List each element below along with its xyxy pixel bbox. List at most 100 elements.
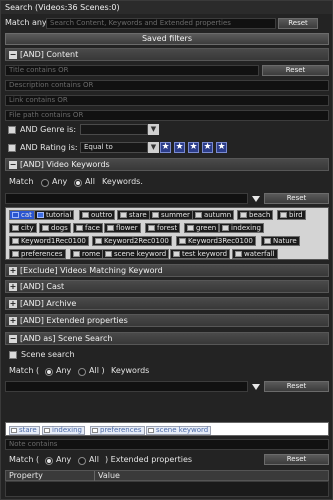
exclude-keywords-section-header[interactable]: + [Exclude] Videos Matching Keyword bbox=[5, 264, 329, 277]
search-window: Search (Videos:36 Scenes:0) Match any: S… bbox=[0, 0, 333, 500]
ext-properties-reset-button[interactable]: Reset bbox=[264, 454, 329, 465]
rating-checkbox[interactable] bbox=[8, 144, 16, 152]
archive-section-header[interactable]: + [AND] Archive bbox=[5, 297, 329, 310]
scene-any-label: Any bbox=[56, 366, 72, 375]
description-contains-input[interactable]: Description contains OR bbox=[5, 80, 329, 91]
section-title: [AND] Content bbox=[20, 50, 79, 59]
keyword-tag[interactable]: beach bbox=[237, 210, 274, 220]
keyword-tag[interactable]: preferences bbox=[9, 249, 66, 259]
genre-select[interactable] bbox=[80, 124, 148, 135]
link-contains-input[interactable]: Link contains OR bbox=[5, 95, 329, 106]
keyword-tag[interactable]: Nature bbox=[261, 236, 300, 246]
scene-keyword-tag[interactable]: indexing bbox=[42, 426, 85, 435]
scene-keywords-input[interactable] bbox=[5, 381, 248, 392]
checkbox-icon bbox=[195, 212, 202, 218]
scene-all-label: All ) bbox=[89, 366, 105, 375]
keyword-tag[interactable]: dogs bbox=[39, 223, 71, 233]
star-icon[interactable]: ★ bbox=[216, 142, 227, 153]
keywords-input[interactable] bbox=[5, 193, 248, 204]
scene-keyword-tag[interactable]: preferences bbox=[90, 426, 145, 435]
keyword-tag[interactable]: scene keyword bbox=[102, 249, 170, 259]
keywords-all-label: All bbox=[85, 177, 95, 186]
chevron-down-icon[interactable] bbox=[252, 384, 260, 390]
checkbox-icon bbox=[148, 428, 154, 433]
keyword-tag[interactable]: Keyword1Rec0100 bbox=[9, 236, 89, 246]
column-header-value[interactable]: Value bbox=[98, 471, 120, 481]
expand-icon: + bbox=[9, 282, 17, 291]
expand-icon: + bbox=[9, 299, 17, 308]
keyword-tag[interactable]: autumn bbox=[192, 210, 235, 220]
star-icon[interactable]: ★ bbox=[202, 142, 213, 153]
keyword-tag[interactable]: forest bbox=[145, 223, 181, 233]
chevron-down-icon[interactable] bbox=[252, 196, 260, 202]
title-reset-button[interactable]: Reset bbox=[262, 65, 329, 76]
checkbox-icon bbox=[12, 238, 19, 244]
scene-search-section-header[interactable]: − [AND as] Scene Search bbox=[5, 332, 329, 345]
ext-any-label: Any bbox=[56, 455, 72, 464]
scene-match-label: Match ( bbox=[9, 366, 40, 375]
extended-properties-section-header[interactable]: + [AND] Extended properties bbox=[5, 314, 329, 327]
keyword-tag[interactable]: cat bbox=[9, 210, 35, 220]
checkbox-icon bbox=[95, 238, 102, 244]
keyword-tag[interactable]: face bbox=[73, 223, 103, 233]
match-any-reset-button[interactable]: Reset bbox=[278, 18, 318, 29]
scene-search-label: Scene search bbox=[21, 350, 75, 359]
checkbox-icon bbox=[187, 225, 194, 231]
section-title: [Exclude] Videos Matching Keyword bbox=[20, 266, 163, 275]
video-keywords-section-header[interactable]: − [AND] Video Keywords bbox=[5, 158, 329, 171]
star-icon[interactable]: ★ bbox=[160, 142, 171, 153]
keywords-all-radio[interactable] bbox=[74, 179, 82, 187]
star-icon[interactable]: ★ bbox=[174, 142, 185, 153]
match-any-input[interactable]: Search Content, Keywords and Extended pr… bbox=[46, 18, 276, 29]
properties-grid-body[interactable] bbox=[5, 481, 329, 497]
keywords-reset-button[interactable]: Reset bbox=[264, 193, 329, 204]
keywords-any-label: Any bbox=[52, 177, 68, 186]
keywords-tag-box: cat tutorial outtro stare summer autumn … bbox=[5, 207, 329, 260]
content-section-header[interactable]: − [AND] Content bbox=[5, 48, 329, 61]
keyword-tag[interactable]: green bbox=[184, 223, 220, 233]
keyword-tag[interactable]: flower bbox=[104, 223, 141, 233]
column-header-property[interactable]: Property bbox=[9, 471, 43, 481]
scene-any-radio[interactable] bbox=[45, 368, 53, 376]
keywords-suffix-label: Keywords. bbox=[102, 177, 143, 186]
genre-checkbox[interactable] bbox=[8, 126, 16, 134]
checkbox-icon bbox=[12, 251, 19, 257]
rating-operator-dropdown-icon[interactable]: ▼ bbox=[148, 142, 159, 153]
keyword-tag[interactable]: tutorial bbox=[34, 210, 75, 220]
checkbox-icon bbox=[280, 212, 287, 218]
scene-keyword-tag[interactable]: scene keyword bbox=[146, 426, 212, 435]
keyword-tag[interactable]: rome bbox=[70, 249, 104, 259]
genre-dropdown-icon[interactable]: ▼ bbox=[148, 124, 159, 135]
keyword-tag[interactable]: summer bbox=[149, 210, 193, 220]
title-contains-input[interactable]: Title contains OR bbox=[5, 65, 259, 76]
rating-operator-select[interactable]: Equal to bbox=[80, 142, 148, 153]
keyword-tag[interactable]: Keyword3Rec0100 bbox=[176, 236, 256, 246]
scene-all-radio[interactable] bbox=[78, 368, 86, 376]
keyword-tag[interactable]: bird bbox=[277, 210, 306, 220]
filepath-contains-input[interactable]: File path contains OR bbox=[5, 110, 329, 121]
keyword-tag[interactable]: outtro bbox=[79, 210, 116, 220]
scene-keyword-tag[interactable]: stare bbox=[9, 426, 40, 435]
keyword-tag[interactable]: indexing bbox=[219, 223, 264, 233]
ext-all-radio[interactable] bbox=[78, 457, 86, 465]
scene-keywords-reset-button[interactable]: Reset bbox=[264, 381, 329, 392]
keyword-tag[interactable]: stare bbox=[117, 210, 150, 220]
checkbox-icon bbox=[73, 251, 80, 257]
checkbox-icon bbox=[12, 225, 19, 231]
keywords-match-label: Match bbox=[9, 177, 34, 186]
star-icon[interactable]: ★ bbox=[188, 142, 199, 153]
keyword-tag[interactable]: waterfall bbox=[232, 249, 278, 259]
note-contains-input[interactable]: Note contains bbox=[5, 439, 329, 450]
keyword-tag[interactable]: city bbox=[9, 223, 37, 233]
cast-section-header[interactable]: + [AND] Cast bbox=[5, 280, 329, 293]
ext-any-radio[interactable] bbox=[45, 457, 53, 465]
keyword-tag[interactable]: test keyword bbox=[170, 249, 231, 259]
saved-filters-dropdown[interactable]: Saved filters bbox=[5, 33, 329, 45]
scene-search-checkbox[interactable] bbox=[9, 351, 17, 359]
column-divider bbox=[94, 471, 95, 481]
rating-label: AND Rating is: bbox=[20, 143, 78, 152]
checkbox-icon bbox=[82, 212, 89, 218]
keywords-any-radio[interactable] bbox=[41, 179, 49, 187]
keyword-tag[interactable]: Keyword2Rec0100 bbox=[92, 236, 172, 246]
collapse-icon: − bbox=[9, 334, 17, 343]
